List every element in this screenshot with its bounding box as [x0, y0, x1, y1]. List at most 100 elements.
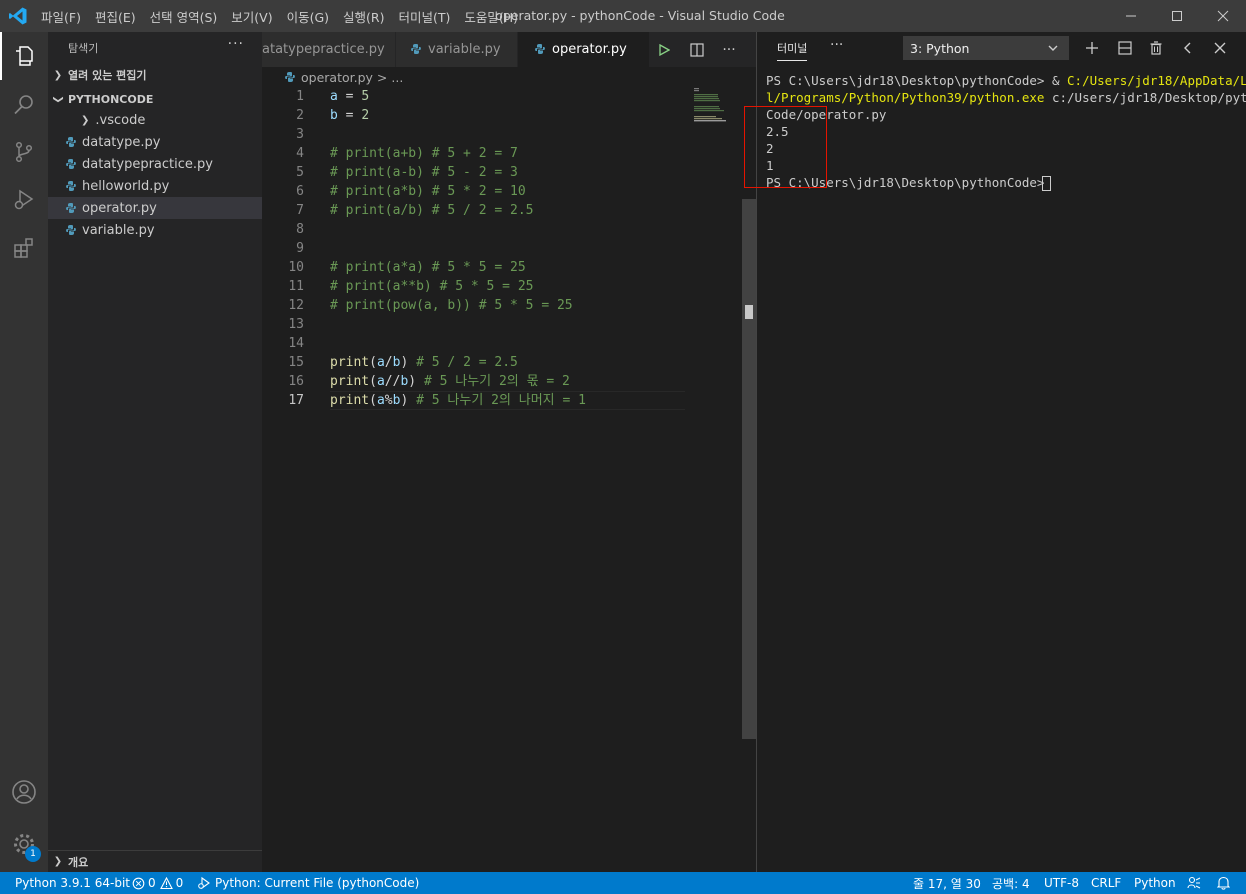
activity-run-debug[interactable]: [0, 176, 48, 224]
terminal-output[interactable]: PS C:\Users\jdr18\Desktop\pythonCode> & …: [766, 72, 1246, 191]
breadcrumb: operator.py > ...: [262, 67, 756, 87]
tab-label: operator.py: [552, 42, 627, 57]
menu-go[interactable]: 이동(G): [280, 7, 336, 26]
line-number: 10: [288, 260, 304, 275]
maximize-icon: [1172, 11, 1182, 21]
open-editors-label: 열려 있는 편집기: [68, 69, 147, 82]
editor-scrollbar-thumb[interactable]: [742, 199, 756, 739]
file-operator[interactable]: operator.py: [48, 197, 262, 219]
encoding[interactable]: UTF-8: [1044, 872, 1079, 894]
account-icon: [12, 780, 36, 804]
editor-more-actions[interactable]: ···: [720, 41, 738, 59]
file-variable[interactable]: variable.py: [48, 219, 262, 241]
sidebar-more-actions[interactable]: ···: [228, 36, 244, 52]
new-terminal-button[interactable]: [1082, 38, 1102, 58]
code-line: # print(a*a) # 5 * 5 = 25: [330, 260, 526, 275]
file-label: variable.py: [82, 222, 155, 238]
language-mode[interactable]: Python: [1134, 872, 1176, 894]
run-configuration[interactable]: Python: Current File (pythonCode): [197, 872, 419, 894]
file-label: helloworld.py: [82, 178, 170, 194]
terminal-selector[interactable]: 3: Python: [903, 36, 1069, 60]
error-count: 0: [148, 876, 156, 890]
file-helloworld[interactable]: helloworld.py: [48, 175, 262, 197]
plus-icon: [1086, 42, 1098, 54]
maximize-panel-button[interactable]: [1178, 38, 1198, 58]
trash-icon: [1150, 41, 1162, 55]
line-number: 17: [288, 393, 304, 408]
editor-scrollbar[interactable]: [742, 87, 756, 872]
minimize-button[interactable]: [1108, 0, 1154, 32]
run-file-button[interactable]: [655, 41, 673, 59]
line-ending[interactable]: CRLF: [1091, 872, 1121, 894]
line-number: 7: [296, 203, 304, 218]
python-interpreter[interactable]: Python 3.9.1 64-bit: [15, 872, 130, 894]
line-number: 6: [296, 184, 304, 199]
activity-accounts[interactable]: [0, 768, 48, 816]
python-file-icon: [285, 72, 295, 82]
tab-datatypepractice[interactable]: atatypepractice.py: [262, 32, 396, 67]
tab-variable[interactable]: variable.py: [396, 32, 518, 67]
close-icon: [1217, 10, 1229, 22]
python-file-icon: [66, 159, 76, 169]
terminal-line: Code/operator.py: [766, 107, 887, 122]
maximize-button[interactable]: [1154, 0, 1200, 32]
menu-edit[interactable]: 편집(E): [88, 7, 143, 26]
close-window-button[interactable]: [1200, 0, 1246, 32]
menu-view[interactable]: 보기(V): [224, 7, 279, 26]
open-editors-section[interactable]: ❯ 열려 있는 편집기: [48, 64, 262, 86]
python-file-icon: [535, 44, 545, 54]
split-terminal-icon: [1118, 41, 1132, 55]
split-editor-icon: [690, 43, 704, 57]
explorer-sidebar: 탐색기 ··· ❯ 열려 있는 편집기 ❯ PYTHONCODE ❯ .vsco…: [48, 32, 262, 872]
code-editor[interactable]: 1 2 3 4 5 6 7 8 9 10 11 12 13 14 15 16 17 a = 5b = 2 # pri…: [262, 87, 742, 872]
file-label: operator.py: [82, 200, 157, 216]
split-editor-button[interactable]: [688, 41, 706, 59]
activity-manage[interactable]: 1: [0, 820, 48, 868]
folder-vscode[interactable]: ❯ .vscode: [48, 109, 262, 131]
menu-file[interactable]: 파일(F): [34, 7, 88, 26]
indentation[interactable]: 공백: 4: [992, 872, 1030, 894]
activity-search[interactable]: [0, 80, 48, 128]
breadcrumb-file[interactable]: operator.py: [301, 70, 373, 85]
line-number: 16: [288, 374, 304, 389]
line-number: 11: [288, 279, 304, 294]
menu-run[interactable]: 실행(R): [336, 7, 391, 26]
menu-selection[interactable]: 선택 영역(S): [143, 7, 225, 26]
tab-terminal[interactable]: 터미널: [777, 40, 807, 56]
tab-operator[interactable]: operator.py: [518, 32, 650, 67]
cursor-position[interactable]: 줄 17, 열 30: [913, 872, 981, 894]
line-number: 8: [296, 222, 304, 237]
terminal-line: 2.5: [766, 124, 789, 139]
split-terminal-button[interactable]: [1115, 38, 1135, 58]
file-datatype[interactable]: datatype.py: [48, 131, 262, 153]
folder-label: .vscode: [95, 112, 146, 128]
breadcrumb-more[interactable]: ...: [391, 70, 403, 85]
terminal-panel: 터미널 ··· 3: Python PS C:\Users\jdr18\Desk…: [756, 32, 1246, 872]
menu-terminal[interactable]: 터미널(T): [392, 7, 458, 26]
error-icon: [132, 877, 145, 889]
feedback-button[interactable]: [1187, 872, 1201, 894]
file-datatypepractice[interactable]: datatypepractice.py: [48, 153, 262, 175]
code-line: print(a/b) # 5 / 2 = 2.5: [330, 355, 518, 370]
activity-extensions[interactable]: [0, 224, 48, 272]
warning-count: 0: [175, 876, 184, 890]
problems-indicator[interactable]: 0 0: [132, 872, 183, 894]
activity-explorer[interactable]: [0, 32, 48, 80]
file-label: datatype.py: [82, 134, 161, 150]
close-panel-button[interactable]: [1210, 38, 1230, 58]
python-file-icon: [411, 44, 421, 54]
kill-terminal-button[interactable]: [1146, 38, 1166, 58]
line-number: 4: [296, 146, 304, 161]
status-bar: Python 3.9.1 64-bit 0 0 Python: Current …: [0, 872, 1246, 894]
notifications-button[interactable]: [1217, 872, 1230, 894]
python-file-icon: [66, 181, 76, 191]
settings-badge: 1: [25, 846, 41, 862]
outline-section[interactable]: ❯ 개요: [48, 850, 262, 872]
close-icon: [1214, 42, 1226, 54]
file-label: datatypepractice.py: [82, 156, 213, 172]
project-section[interactable]: ❯ PYTHONCODE: [48, 88, 262, 110]
extensions-icon: [14, 238, 33, 258]
panel-more-actions[interactable]: ···: [830, 37, 843, 53]
activity-source-control[interactable]: [0, 128, 48, 176]
minimap[interactable]: [692, 88, 732, 122]
